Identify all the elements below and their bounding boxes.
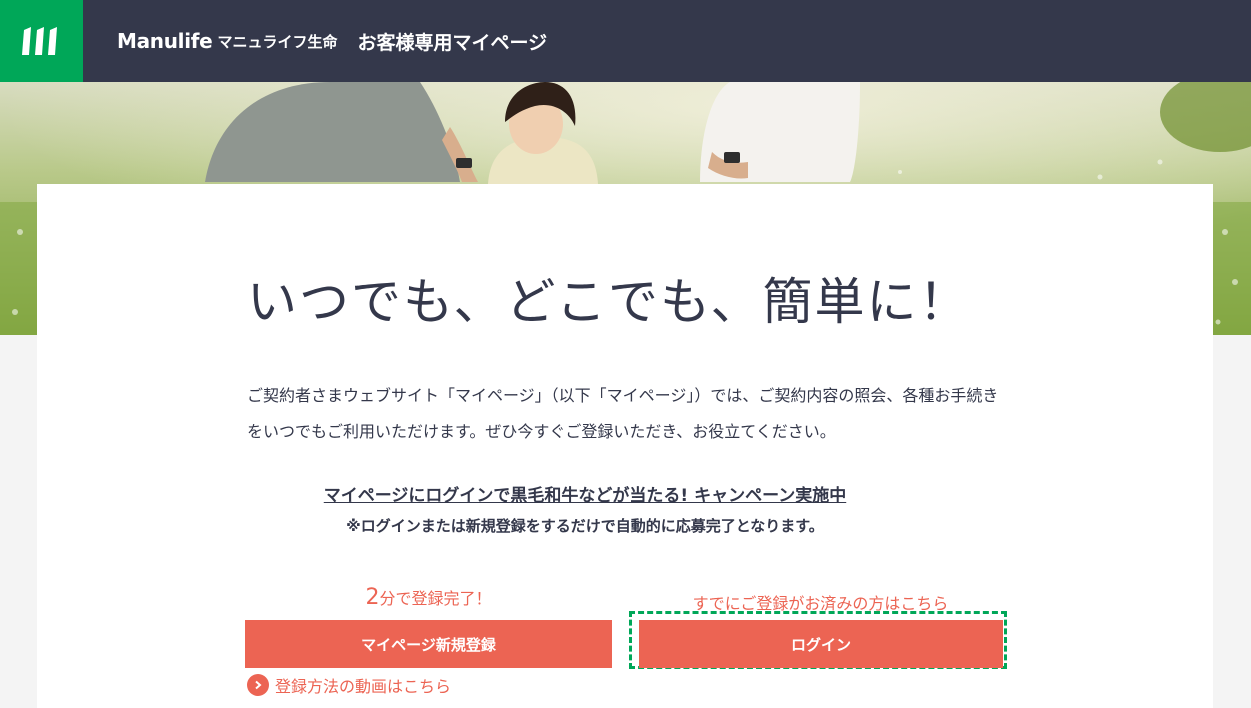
- manulife-m-icon: [22, 27, 57, 55]
- register-video-link[interactable]: 登録方法の動画はこちら: [247, 673, 451, 697]
- site-title: お客様専用マイページ: [357, 31, 548, 54]
- register-video-link-label: 登録方法の動画はこちら: [275, 677, 452, 696]
- register-button[interactable]: マイページ新規登録: [245, 620, 612, 668]
- headline: いつでも、どこでも、簡単に！: [247, 273, 971, 331]
- brand-name-ja: マニュライフ生命: [217, 32, 338, 51]
- intro-text: ご契約者さまウェブサイト「マイページ」（以下「マイページ」）では、ご契約内容の照…: [247, 386, 999, 441]
- campaign-banner: マイページにログインで黒毛和牛などが当たる! キャンペーン実施中: [0, 481, 1173, 506]
- campaign-note: ※ログインまたは新規登録をするだけで自動的に応募完了となります。: [346, 517, 824, 535]
- login-button[interactable]: ログイン: [639, 620, 1003, 668]
- register-caption-minutes: 2: [365, 585, 380, 610]
- manulife-logo[interactable]: [0, 0, 83, 82]
- register-caption-text: 分で登録完了！: [379, 589, 492, 608]
- brand-name-en: Manulife: [117, 29, 213, 53]
- top-header: Manulife マニュライフ生命 お客様専用マイページ: [0, 0, 1251, 82]
- main-card: いつでも、どこでも、簡単に！ ご契約者さまウェブサイト「マイページ」（以下「マイ…: [37, 184, 1213, 708]
- campaign-link[interactable]: マイページにログインで黒毛和牛などが当たる! キャンペーン実施中: [324, 486, 846, 506]
- brand: Manulife マニュライフ生命 お客様専用マイページ: [117, 0, 547, 82]
- chevron-right-icon: [247, 674, 269, 696]
- register-caption: 2分で登録完了！: [245, 585, 612, 610]
